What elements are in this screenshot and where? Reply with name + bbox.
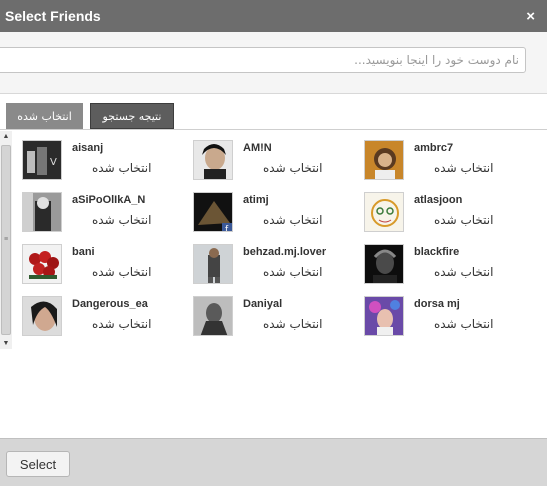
friend-status: انتخاب شده	[263, 317, 323, 331]
tab-search-result[interactable]: نتیجه جستجو	[90, 103, 174, 129]
select-button[interactable]: Select	[6, 451, 70, 477]
avatar	[22, 192, 62, 232]
friend-name: aSiPoOlIkA_N	[72, 194, 146, 206]
friend-item[interactable]: blackfire انتخاب شده	[364, 237, 534, 284]
friend-name: atlasjoon	[414, 194, 463, 206]
friend-name: dorsa mj	[414, 298, 460, 310]
tab-divider	[0, 129, 547, 130]
dialog-footer: Select	[0, 438, 547, 486]
friend-item[interactable]: AM!N انتخاب شده	[193, 133, 363, 180]
avatar: V	[22, 140, 62, 180]
friend-status: انتخاب شده	[92, 213, 152, 227]
avatar: f	[193, 192, 233, 232]
avatar	[22, 244, 62, 284]
friend-status: انتخاب شده	[434, 317, 494, 331]
friend-name: blackfire	[414, 246, 460, 258]
friend-name: AM!N	[243, 142, 272, 154]
friend-item[interactable]: Daniyal انتخاب شده	[193, 289, 363, 336]
avatar	[22, 296, 62, 336]
friend-item[interactable]: atlasjoon انتخاب شده	[364, 185, 534, 232]
avatar	[193, 244, 233, 284]
svg-text:V: V	[50, 157, 57, 168]
avatar	[193, 140, 233, 180]
friend-item[interactable]: V aisanj انتخاب شده	[22, 133, 192, 180]
friend-status: انتخاب شده	[263, 213, 323, 227]
friend-status: انتخاب شده	[434, 265, 494, 279]
friend-name: bani	[72, 246, 95, 258]
friend-status: انتخاب شده	[92, 161, 152, 175]
friend-item[interactable]: aSiPoOlIkA_N انتخاب شده	[22, 185, 192, 232]
friend-status: انتخاب شده	[92, 265, 152, 279]
friend-status: انتخاب شده	[434, 161, 494, 175]
friend-name: atimj	[243, 194, 269, 206]
avatar	[193, 296, 233, 336]
friend-name: Dangerous_ea	[72, 298, 148, 310]
title-bar: Select Friends ×	[0, 0, 547, 32]
dialog-title: Select Friends	[5, 8, 101, 24]
friend-item[interactable]: dorsa mj انتخاب شده	[364, 289, 534, 336]
avatar	[364, 140, 404, 180]
friends-grid: V aisanj انتخاب شده AM!N انتخاب شده ambr…	[0, 131, 547, 351]
close-icon[interactable]: ×	[526, 8, 535, 25]
tab-selected[interactable]: انتخاب شده	[6, 103, 83, 129]
friend-item[interactable]: f atimj انتخاب شده	[193, 185, 363, 232]
friend-name: aisanj	[72, 142, 104, 154]
friend-name: Daniyal	[243, 298, 283, 310]
avatar	[364, 192, 404, 232]
friend-name: behzad.mj.lover	[243, 246, 327, 258]
tab-bar: انتخاب شده نتیجه جستجو	[0, 103, 547, 129]
friend-status: انتخاب شده	[92, 317, 152, 331]
friend-search-input[interactable]	[0, 47, 526, 73]
avatar	[364, 244, 404, 284]
avatar	[364, 296, 404, 336]
friend-item[interactable]: bani انتخاب شده	[22, 237, 192, 284]
friend-status: انتخاب شده	[434, 213, 494, 227]
search-area	[0, 32, 547, 94]
friend-item[interactable]: behzad.mj.lover انتخاب شده	[193, 237, 363, 284]
friend-item[interactable]: ambrc7 انتخاب شده	[364, 133, 534, 180]
friend-name: ambrc7	[414, 142, 454, 154]
friend-status: انتخاب شده	[263, 265, 323, 279]
friend-status: انتخاب شده	[263, 161, 323, 175]
friend-item[interactable]: Dangerous_ea انتخاب شده	[22, 289, 192, 336]
